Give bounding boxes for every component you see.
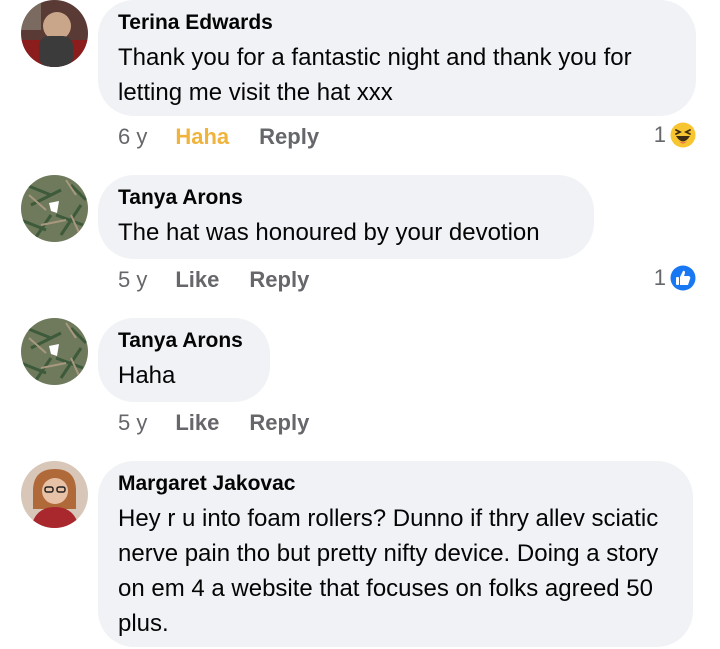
comment-bubble: Terina Edwards Thank you for a fantastic…	[98, 0, 696, 116]
reaction-count: 1	[653, 122, 666, 147]
like-button[interactable]: Like	[175, 410, 219, 436]
comment-text: Hey r u into foam rollers? Dunno if thry…	[118, 505, 659, 637]
comment-actions: 5 y Like Reply	[118, 265, 339, 295]
comment-timestamp[interactable]: 6 y	[118, 124, 147, 150]
comment-timestamp[interactable]: 5 y	[118, 410, 147, 436]
comment-bubble: Margaret Jakovac Hey r u into foam rolle…	[98, 461, 693, 647]
comment-author[interactable]: Margaret Jakovac	[118, 471, 673, 497]
haha-reaction-button[interactable]: Haha	[175, 124, 229, 150]
like-thumb-icon	[669, 264, 697, 292]
comment-author[interactable]: Tanya Arons	[118, 185, 574, 211]
reaction-summary[interactable]: 1	[654, 263, 698, 293]
comment-bubble: Tanya Arons Haha	[98, 318, 270, 402]
reply-button[interactable]: Reply	[249, 267, 309, 293]
comment-author[interactable]: Terina Edwards	[118, 10, 676, 36]
comment-text: Haha	[118, 362, 176, 389]
comment-timestamp[interactable]: 5 y	[118, 267, 147, 293]
avatar[interactable]	[21, 461, 88, 528]
avatar[interactable]	[21, 0, 88, 67]
reply-button[interactable]: Reply	[249, 410, 309, 436]
comment-text: The hat was honoured by your devotion	[118, 219, 540, 246]
reaction-summary[interactable]: 1	[654, 120, 698, 150]
comment-bubble: Tanya Arons The hat was honoured by your…	[98, 175, 594, 259]
like-button[interactable]: Like	[175, 267, 219, 293]
comment-actions: 6 y Haha Reply	[118, 122, 349, 152]
reply-button[interactable]: Reply	[259, 124, 319, 150]
avatar[interactable]	[21, 318, 88, 385]
avatar[interactable]	[21, 175, 88, 242]
comment-author[interactable]: Tanya Arons	[118, 328, 250, 354]
comment-text: Thank you for a fantastic night and than…	[118, 44, 632, 106]
haha-emoji-icon	[669, 121, 697, 149]
reaction-count: 1	[653, 265, 666, 290]
comment-actions: 5 y Like Reply	[118, 408, 339, 438]
